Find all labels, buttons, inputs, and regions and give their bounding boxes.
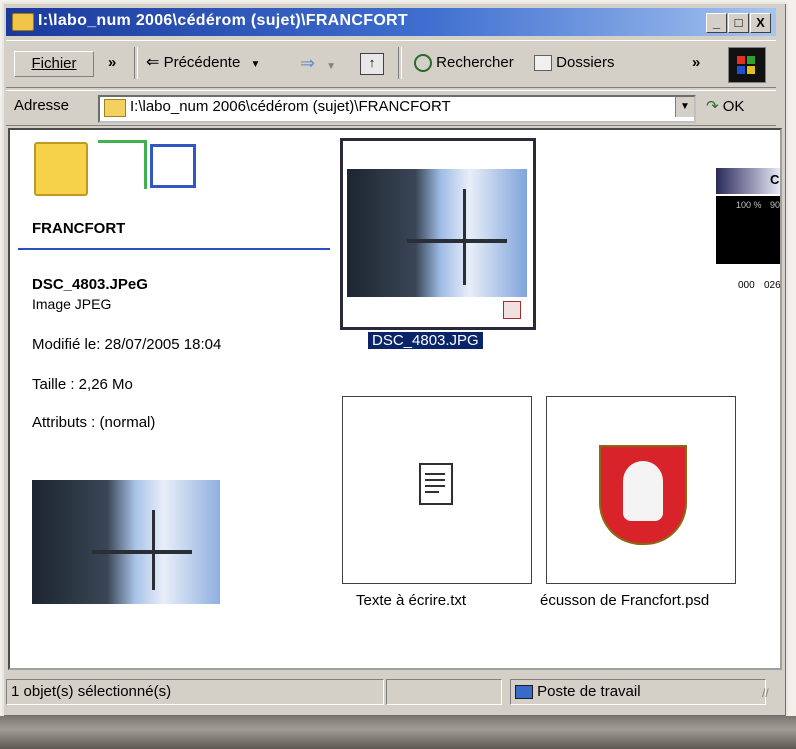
search-label: Rechercher (436, 54, 514, 71)
background-strip (0, 716, 796, 749)
photo-thumbnail (347, 169, 527, 297)
overlay-pct1: 100 % (736, 200, 762, 210)
folder-icon (12, 13, 34, 31)
jpeg-file-icon (503, 301, 521, 319)
image-preview (32, 480, 220, 604)
divider (18, 248, 330, 250)
thumbnail-texte[interactable] (342, 396, 532, 584)
overlay-pct2: 90 (770, 200, 781, 210)
maximize-button[interactable]: □ (728, 13, 749, 33)
overlay-value1: 000 (738, 280, 755, 291)
status-selection: 1 objet(s) sélectionné(s) (6, 679, 384, 705)
folders-label: Dossiers (556, 54, 615, 71)
up-folder-icon[interactable]: ↑ (360, 53, 384, 75)
go-label: OK (722, 98, 745, 115)
folder-large-icon (34, 142, 88, 196)
status-bar: 1 objet(s) sélectionné(s) Poste de trava… (6, 676, 778, 706)
overlay-header: Ch (716, 168, 780, 194)
address-dropdown-button[interactable]: ▼ (675, 97, 694, 117)
chevron-down-icon: ▼ (250, 59, 261, 70)
menu-fichier[interactable]: Fichier (14, 51, 94, 77)
forward-arrow-icon: ⇒ (300, 53, 316, 73)
window-title: I:\labo_num 2006\cédérom (sujet)\FRANCFO… (38, 12, 408, 29)
status-location: Poste de travail (510, 679, 766, 705)
address-bar: Adresse I:\labo_num 2006\cédérom (sujet)… (6, 90, 776, 126)
back-label: Précédente (163, 54, 241, 71)
go-button[interactable]: ↷ OK (706, 97, 744, 115)
thumbnail-label[interactable]: Texte à écrire.txt (356, 592, 466, 609)
file-size: Taille : 2,26 Mo (32, 376, 133, 393)
file-modified: Modifié le: 28/07/2005 18:04 (32, 336, 222, 353)
folder-name: FRANCFORT (32, 220, 126, 237)
computer-icon (515, 685, 533, 700)
address-value: I:\labo_num 2006\cédérom (sujet)\FRANCFO… (130, 98, 451, 115)
toolbar-separator (134, 47, 138, 79)
thumbnail-label[interactable]: écusson de Francfort.psd (540, 592, 709, 609)
address-input[interactable]: I:\labo_num 2006\cédérom (sujet)\FRANCFO… (98, 95, 696, 123)
forward-button[interactable]: ⇒ ▼ (300, 51, 336, 75)
thumbnail-ecusson[interactable] (546, 396, 736, 584)
menu-fichier-label: Fichier (31, 55, 77, 72)
go-arrow-icon: ↷ (706, 98, 719, 115)
close-button[interactable]: X (750, 13, 771, 33)
overlay-title: Ch (770, 172, 780, 187)
toolbar-separator (398, 47, 402, 79)
toolbar-chevron[interactable]: » (692, 51, 700, 75)
chevron-down-icon: ▼ (326, 61, 337, 72)
status-empty-panel (386, 679, 502, 705)
notepad-icon (419, 463, 453, 505)
folder-view[interactable]: FRANCFORT DSC_4803.JPeG Image JPEG Modif… (8, 128, 782, 670)
status-location-label: Poste de travail (537, 683, 641, 700)
address-label: Adresse (14, 97, 70, 114)
search-icon (414, 54, 432, 73)
title-bar[interactable]: I:\labo_num 2006\cédérom (sujet)\FRANCFO… (6, 8, 776, 36)
overlay-swatch: 100 % 90 (716, 196, 780, 264)
resize-grip-icon[interactable]: // (762, 686, 769, 700)
file-type: Image JPEG (32, 296, 112, 312)
decor-square-green (98, 140, 147, 189)
file-attributes: Attributs : (normal) (32, 414, 156, 431)
overlay-widget: Ch 100 % 90 000 026 (716, 168, 780, 318)
overlay-value2: 026 (764, 280, 781, 291)
decor-square-blue (150, 144, 196, 188)
back-button[interactable]: ⇐ Précédente ▼ (146, 51, 260, 75)
details-pane: FRANCFORT DSC_4803.JPeG Image JPEG Modif… (10, 130, 330, 668)
windows-logo-icon (728, 47, 766, 83)
toolbar: Fichier » ⇐ Précédente ▼ ⇒ ▼ ↑ Recherche… (6, 40, 776, 88)
minimize-button[interactable]: _ (706, 13, 727, 33)
thumbnail-label[interactable]: DSC_4803.JPG (368, 332, 483, 349)
toolbar-chevron[interactable]: » (108, 51, 116, 75)
coat-of-arms-icon (599, 445, 687, 545)
folders-icon (534, 55, 552, 72)
thumbnail-dsc4803[interactable] (340, 138, 536, 330)
folder-icon (104, 99, 126, 117)
folders-button[interactable]: Dossiers (534, 51, 615, 75)
file-name: DSC_4803.JPeG (32, 276, 148, 293)
search-button[interactable]: Rechercher (414, 51, 514, 75)
back-arrow-icon: ⇐ (146, 54, 160, 71)
